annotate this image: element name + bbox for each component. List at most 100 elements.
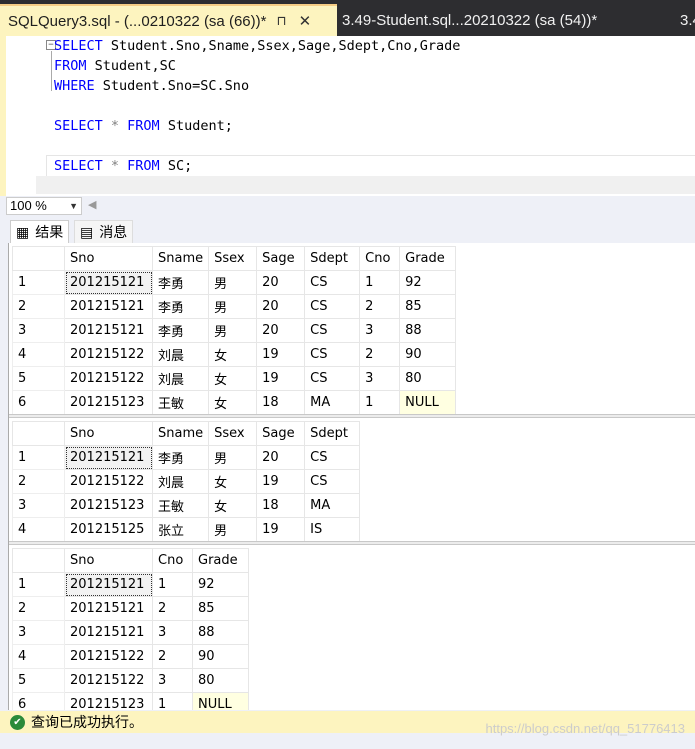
table-cell[interactable]: 3: [359, 318, 401, 343]
table-cell[interactable]: 18: [256, 390, 306, 415]
row-number[interactable]: 5: [12, 366, 65, 391]
column-header[interactable]: [12, 548, 65, 573]
table-cell[interactable]: 1: [359, 270, 401, 295]
column-header[interactable]: Sage: [256, 421, 306, 446]
table-cell[interactable]: 201215122: [64, 469, 153, 494]
row-number[interactable]: 3: [12, 620, 65, 645]
table-cell[interactable]: 201215121: [64, 318, 153, 343]
table-cell[interactable]: CS: [304, 445, 361, 470]
column-header[interactable]: Cno: [359, 246, 401, 271]
close-icon[interactable]: ✕: [299, 12, 312, 30]
table-cell[interactable]: 85: [192, 596, 249, 621]
table-cell[interactable]: CS: [304, 342, 361, 367]
column-header[interactable]: Ssex: [208, 246, 258, 271]
table-cell[interactable]: 201215121: [64, 270, 153, 295]
zoom-select[interactable]: 100 % ▼: [6, 197, 82, 215]
table-cell[interactable]: 男: [208, 294, 258, 319]
table-cell[interactable]: MA: [304, 493, 361, 518]
table-cell[interactable]: 90: [192, 644, 249, 669]
table-cell[interactable]: 19: [256, 469, 306, 494]
column-header[interactable]: Sdept: [304, 421, 361, 446]
column-header[interactable]: [12, 246, 65, 271]
row-number[interactable]: 4: [12, 342, 65, 367]
column-header[interactable]: Sno: [64, 246, 153, 271]
row-number[interactable]: 1: [12, 445, 65, 470]
table-cell[interactable]: 201215121: [64, 596, 153, 621]
table-cell[interactable]: CS: [304, 366, 361, 391]
table-cell[interactable]: 20: [256, 294, 306, 319]
table-cell[interactable]: 1: [152, 572, 193, 597]
table-cell[interactable]: 20: [256, 270, 306, 295]
column-header[interactable]: Ssex: [208, 421, 258, 446]
tab-third[interactable]: 3.49: [680, 4, 695, 36]
table-cell[interactable]: 201215121: [64, 294, 153, 319]
row-number[interactable]: 3: [12, 318, 65, 343]
result-grid-1[interactable]: Sno Sname Ssex Sage Sdept Cno Grade 1 201215121 李…: [9, 243, 695, 415]
row-number[interactable]: 6: [12, 692, 65, 710]
tab-results[interactable]: ▦ 结果: [10, 220, 70, 243]
table-cell[interactable]: 女: [208, 366, 258, 391]
table-cell[interactable]: 李勇: [151, 445, 210, 470]
table-cell[interactable]: IS: [304, 517, 361, 542]
code-line[interactable]: SELECT * FROM Student;: [54, 116, 233, 136]
table-cell[interactable]: 1: [152, 692, 193, 710]
column-header[interactable]: Grade: [399, 246, 457, 271]
table-cell[interactable]: 92: [192, 572, 249, 597]
table-cell[interactable]: 李勇: [151, 270, 210, 295]
code-line[interactable]: FROM Student,SC: [54, 56, 176, 76]
code-line[interactable]: SELECT * FROM SC;: [54, 156, 192, 176]
table-cell[interactable]: 2: [152, 596, 193, 621]
column-header[interactable]: Cno: [152, 548, 193, 573]
query-editor[interactable]: − SELECT Student.Sno,Sname,Ssex,Sage,Sde…: [0, 36, 695, 196]
table-cell[interactable]: 王敏: [151, 493, 210, 518]
scroll-left-icon[interactable]: ◀: [88, 198, 96, 211]
column-header[interactable]: Sno: [64, 421, 153, 446]
column-header[interactable]: Grade: [192, 548, 249, 573]
row-number[interactable]: 5: [12, 668, 65, 693]
table-cell[interactable]: 李勇: [151, 318, 210, 343]
table-cell[interactable]: CS: [304, 294, 361, 319]
table-cell[interactable]: 男: [208, 318, 258, 343]
table-cell[interactable]: 刘晨: [151, 342, 210, 367]
result-grid-3[interactable]: Sno Cno Grade 1 201215121 1 92 2 201215121 2 85 3 20…: [9, 545, 695, 710]
table-cell[interactable]: 女: [208, 493, 258, 518]
table-cell[interactable]: 201215122: [64, 644, 153, 669]
table-cell[interactable]: 3: [359, 366, 401, 391]
table-cell[interactable]: 王敏: [151, 390, 210, 415]
editor-horizontal-scrollbar[interactable]: [36, 176, 695, 194]
table-cell[interactable]: 201215121: [64, 572, 153, 597]
table-cell[interactable]: 刘晨: [151, 469, 210, 494]
row-number[interactable]: 2: [12, 469, 65, 494]
table-cell[interactable]: 80: [192, 668, 249, 693]
table-cell[interactable]: 201215122: [64, 342, 153, 367]
table-cell[interactable]: 88: [399, 318, 457, 343]
table-cell[interactable]: 80: [399, 366, 457, 391]
table-cell[interactable]: 3: [152, 620, 193, 645]
table-cell[interactable]: 20: [256, 318, 306, 343]
table-cell[interactable]: 2: [152, 644, 193, 669]
column-header[interactable]: Sname: [151, 246, 210, 271]
table-cell[interactable]: 88: [192, 620, 249, 645]
column-header[interactable]: Sdept: [304, 246, 361, 271]
table-cell[interactable]: 19: [256, 366, 306, 391]
table-cell[interactable]: 92: [399, 270, 457, 295]
table-cell[interactable]: 2: [359, 294, 401, 319]
row-number[interactable]: 1: [12, 270, 65, 295]
table-cell[interactable]: 201215123: [64, 692, 153, 710]
column-header[interactable]: Sage: [256, 246, 306, 271]
table-cell[interactable]: 女: [208, 469, 258, 494]
table-cell[interactable]: 19: [256, 342, 306, 367]
table-cell[interactable]: 女: [208, 390, 258, 415]
chevron-down-icon[interactable]: ▼: [69, 198, 78, 214]
code-line[interactable]: SELECT Student.Sno,Sname,Ssex,Sage,Sdept…: [54, 36, 460, 56]
table-cell[interactable]: 20: [256, 445, 306, 470]
table-cell[interactable]: 女: [208, 342, 258, 367]
table-cell[interactable]: 男: [208, 517, 258, 542]
table-cell[interactable]: 201215121: [64, 620, 153, 645]
table-cell[interactable]: 3: [152, 668, 193, 693]
table-cell[interactable]: 90: [399, 342, 457, 367]
table-cell[interactable]: 201215121: [64, 445, 153, 470]
table-cell[interactable]: NULL: [399, 390, 457, 415]
row-number[interactable]: 4: [12, 644, 65, 669]
table-cell[interactable]: 刘晨: [151, 366, 210, 391]
